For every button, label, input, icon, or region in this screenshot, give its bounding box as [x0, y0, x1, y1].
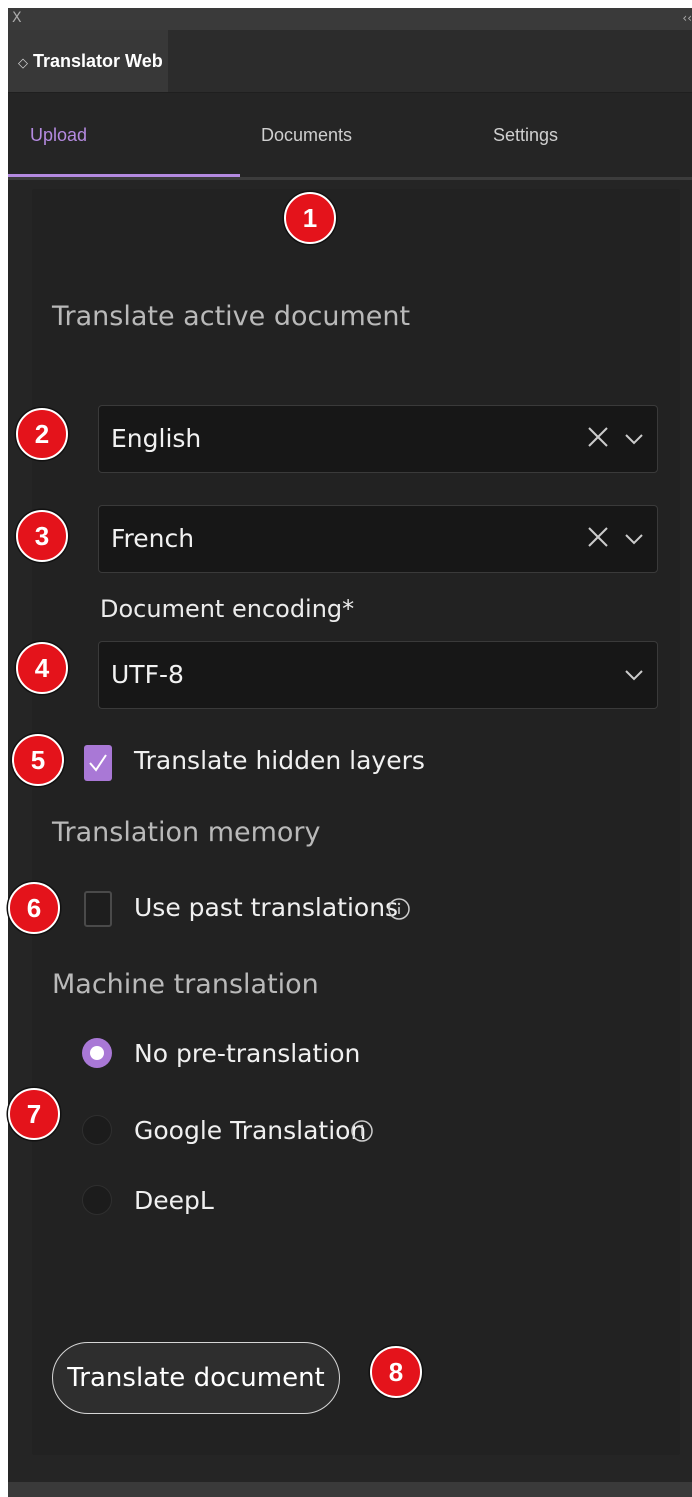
panel-footer: [8, 1482, 692, 1497]
panel-tab-translator-web[interactable]: ◇ Translator Web: [8, 30, 168, 92]
chevron-down-icon[interactable]: [623, 428, 645, 450]
checkmark-icon: [89, 754, 107, 772]
panel-title: Translator Web: [33, 51, 163, 71]
past-translations-label[interactable]: Use past translations: [134, 893, 398, 922]
encoding-value: UTF-8: [111, 660, 184, 689]
annotation-marker-7: 7: [8, 1088, 60, 1140]
translate-document-button[interactable]: Translate document: [52, 1342, 340, 1414]
radio-no-pre-translation[interactable]: [82, 1038, 112, 1068]
annotation-marker-2: 2: [16, 408, 68, 460]
panel-content: Upload Documents Settings Translate acti…: [8, 93, 692, 1497]
x-icon[interactable]: [585, 524, 611, 550]
radio-google-translation[interactable]: [82, 1115, 112, 1145]
option-no-pre-translation[interactable]: No pre-translation: [134, 1039, 360, 1068]
tab-upload[interactable]: Upload: [30, 93, 87, 177]
source-language-select[interactable]: English: [98, 405, 658, 473]
panel-tabstrip: ◇ Translator Web: [8, 30, 692, 93]
nav-tabs: Upload Documents Settings: [8, 93, 692, 180]
info-icon[interactable]: [350, 1119, 374, 1143]
tab-settings[interactable]: Settings: [493, 93, 558, 177]
annotation-marker-6: 6: [8, 882, 60, 934]
chevron-down-icon[interactable]: [623, 528, 645, 550]
option-deepl[interactable]: DeepL: [134, 1186, 214, 1215]
x-icon[interactable]: [585, 424, 611, 450]
upload-card: Translate active document English French: [32, 189, 680, 1455]
hidden-layers-checkbox[interactable]: [84, 745, 112, 781]
annotation-marker-3: 3: [16, 510, 68, 562]
hidden-layers-label[interactable]: Translate hidden layers: [134, 746, 425, 775]
panel-frame: X ‹‹ ◇ Translator Web Upload Documents Se…: [8, 8, 692, 1497]
target-language-select[interactable]: French: [98, 505, 658, 573]
collapse-icon[interactable]: ‹‹: [682, 8, 692, 28]
option-google-translation[interactable]: Google Translation: [134, 1116, 366, 1145]
active-tab-indicator: [8, 174, 240, 177]
encoding-select[interactable]: UTF-8: [98, 641, 658, 709]
target-language-value: French: [111, 524, 195, 553]
panel-topbar: X ‹‹: [8, 8, 692, 30]
annotation-marker-1: 1: [284, 192, 336, 244]
close-icon[interactable]: X: [12, 8, 22, 28]
panel-menu-icon[interactable]: ◇: [18, 55, 28, 70]
annotation-marker-5: 5: [12, 734, 64, 786]
chevron-down-icon[interactable]: [623, 664, 645, 686]
annotation-marker-8: 8: [370, 1346, 422, 1398]
past-translations-checkbox[interactable]: [84, 891, 112, 927]
info-icon[interactable]: [387, 897, 411, 921]
form-title: Translate active document: [52, 301, 411, 332]
tab-documents[interactable]: Documents: [261, 93, 352, 177]
encoding-label: Document encoding*: [100, 595, 355, 623]
annotation-marker-4: 4: [16, 642, 68, 694]
machine-heading: Machine translation: [52, 969, 319, 1000]
memory-heading: Translation memory: [52, 817, 321, 848]
source-language-value: English: [111, 424, 202, 453]
radio-deepl[interactable]: [82, 1185, 112, 1215]
